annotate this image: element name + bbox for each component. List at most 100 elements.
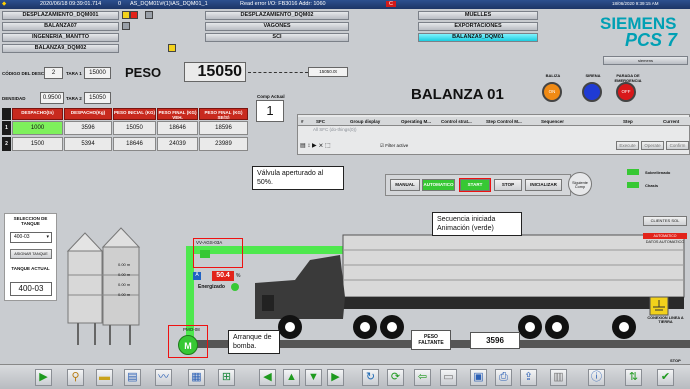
- grid-tool-icon[interactable]: ⬚: [325, 143, 331, 149]
- play-icon[interactable]: ▶: [35, 369, 52, 386]
- stop-button[interactable]: STOP: [494, 179, 522, 191]
- col-group-display[interactable]: Group display: [350, 119, 380, 124]
- window-icon[interactable]: ▣: [470, 369, 487, 386]
- reload-icon[interactable]: ⟳: [387, 369, 404, 386]
- sfc-grid-index: #: [301, 119, 304, 124]
- printer-icon[interactable]: ⎙: [495, 369, 512, 386]
- tree-icon[interactable]: ⊞: [218, 369, 235, 386]
- log-icon[interactable]: ▦: [188, 369, 205, 386]
- nav-vagones[interactable]: VAGONES: [205, 22, 349, 31]
- col-operating-mode[interactable]: Operating M...: [401, 119, 431, 124]
- yellow-status-icon: [168, 44, 176, 52]
- tara2-label: TARA 2: [66, 96, 82, 101]
- peso-faltante-value: 3596: [470, 332, 520, 349]
- datos-label: DATOS AUTOMATICO: [645, 240, 685, 244]
- grid-tool-icon[interactable]: ▤: [300, 143, 306, 149]
- trash-icon[interactable]: ▥: [550, 369, 567, 386]
- tank-selector-panel: SELECCION DE TANQUE 400-03 ▾ ASIGNAR TAN…: [4, 213, 57, 301]
- current-tank-label: TANQUE ACTUAL: [11, 266, 50, 271]
- col-sequencer[interactable]: Sequencer: [541, 119, 564, 124]
- confirm-button[interactable]: Confirm: [666, 141, 689, 150]
- inicializar-button[interactable]: INICIALIZAR: [525, 179, 562, 191]
- execute-button[interactable]: Execute: [616, 141, 639, 150]
- valve-icon[interactable]: [200, 250, 210, 258]
- filter-icon[interactable]: ⚲: [67, 369, 84, 386]
- back-icon[interactable]: ⇦: [414, 369, 431, 386]
- parada-indicator[interactable]: OFF: [616, 82, 636, 102]
- trend-icon[interactable]: 〰: [155, 369, 172, 386]
- sirena-indicator[interactable]: [582, 82, 602, 102]
- table-cell: 24039: [157, 137, 198, 151]
- table-cell: 18646: [113, 137, 156, 151]
- chevron-down-icon[interactable]: ▾: [46, 233, 49, 242]
- operate-button[interactable]: Operate: [641, 141, 664, 150]
- check-icon[interactable]: ✔: [657, 369, 674, 386]
- comp-actual-value: 1: [256, 100, 284, 122]
- user-field: siemens: [603, 56, 688, 65]
- nav-exportaciones[interactable]: EXPORTACIONES: [418, 22, 538, 31]
- col-current[interactable]: Current: [663, 119, 679, 124]
- nav-muelles[interactable]: MUELLES: [418, 11, 538, 20]
- col-despacho-tn: DESPACHO(tn): [12, 108, 63, 120]
- report-icon[interactable]: ▤: [124, 369, 141, 386]
- auto-icon: A: [193, 272, 201, 280]
- alarm-bell-icon[interactable]: ◆: [2, 1, 6, 7]
- siguiente-comp-button[interactable]: Siguiente Comp: [568, 172, 592, 196]
- arrow-left-icon[interactable]: ◀: [259, 369, 276, 386]
- col-sfc[interactable]: SFC: [316, 119, 325, 124]
- info-icon[interactable]: ⓘ: [588, 369, 605, 386]
- pump-icon[interactable]: M: [178, 335, 198, 355]
- automatico-button[interactable]: AUTOMATICO: [422, 179, 455, 191]
- stop-label: STOP: [670, 358, 681, 363]
- refresh-icon[interactable]: ↻: [362, 369, 379, 386]
- sfc-grid-toolbar: ▤ ↕ ▶ ⨯ ⬚: [300, 142, 331, 149]
- baliza-indicator[interactable]: ON: [542, 82, 562, 102]
- export-icon[interactable]: ⇪: [520, 369, 537, 386]
- filter-active-checkbox[interactable]: ☑ Filter active: [380, 143, 408, 149]
- navigation-grid: DESPLAZAMIENTO_DQM001 BALANZA07 INGENERI…: [0, 9, 690, 65]
- sfc-grid-row[interactable]: All SFC (do-things(0)): [313, 127, 357, 132]
- densidad-value[interactable]: 0.9500: [40, 92, 64, 104]
- nav-balanza07[interactable]: BALANZA07: [2, 22, 119, 31]
- status-icon: [122, 22, 130, 30]
- col-despacho-kg: DESPACHO(Kg): [64, 108, 112, 120]
- vertical-icon[interactable]: ⇅: [625, 369, 642, 386]
- nav-balanza9-dqm01[interactable]: BALANZA9_DQM01: [418, 33, 538, 42]
- manual-button[interactable]: MANUAL: [390, 179, 420, 191]
- nav-ingenieria-mantto[interactable]: INGENERIA_MANTTO: [2, 33, 119, 42]
- arrow-up-icon[interactable]: ▲: [283, 369, 300, 386]
- tank-select[interactable]: 400-03 ▾: [10, 232, 52, 243]
- comp-actual-label: Comp Actual: [257, 94, 285, 99]
- nav-desplazamiento-dqm001[interactable]: DESPLAZAMIENTO_DQM001: [2, 11, 119, 20]
- col-control-strategy[interactable]: Control strat...: [441, 119, 472, 124]
- cod-value[interactable]: 2: [44, 67, 63, 79]
- grid-tool-icon[interactable]: ↕: [307, 143, 310, 149]
- nav-sci[interactable]: SCI: [205, 33, 349, 42]
- table-cell: 15050: [113, 121, 156, 135]
- tara2-value[interactable]: 15050: [84, 92, 111, 104]
- nav-desplazamiento-dqm02[interactable]: DESPLAZAMIENTO_DQM02: [205, 11, 349, 20]
- tara1-value[interactable]: 15000: [84, 67, 111, 79]
- table-cell: 5394: [64, 137, 112, 151]
- baliza-label: BALIZA: [545, 73, 561, 78]
- row-number: 1: [2, 121, 11, 135]
- save-icon[interactable]: ▭: [440, 369, 457, 386]
- col-step[interactable]: Step: [623, 119, 633, 124]
- status-msg: C: [386, 1, 396, 7]
- table-cell: 1000: [12, 121, 63, 135]
- valve-callout: Válvula aperturado al 50%.: [252, 166, 344, 190]
- arrow-down-icon[interactable]: ▼: [305, 369, 322, 386]
- status-right-datetime: 18/06/2020 9:39:15 AM: [612, 1, 659, 6]
- folder-icon[interactable]: ▬: [96, 369, 113, 386]
- clientes-button[interactable]: CLIENTES SOL: [643, 216, 687, 226]
- arrow-right-icon[interactable]: ▶: [327, 369, 344, 386]
- grid-tool-icon[interactable]: ▶: [312, 143, 317, 149]
- start-button[interactable]: START: [459, 178, 491, 192]
- nav-balanza9-dqm02[interactable]: BALANZA9_DQM02: [2, 44, 119, 53]
- col-step-control[interactable]: Step Control M...: [486, 119, 522, 124]
- assign-tank-button[interactable]: ASIGNAR TANQUE: [10, 249, 52, 259]
- grid-tool-icon[interactable]: ⨯: [318, 143, 323, 149]
- row-number: 2: [2, 137, 11, 151]
- valve-position-value: 50.4: [212, 271, 234, 281]
- silo-level: 0.00 m: [118, 282, 131, 287]
